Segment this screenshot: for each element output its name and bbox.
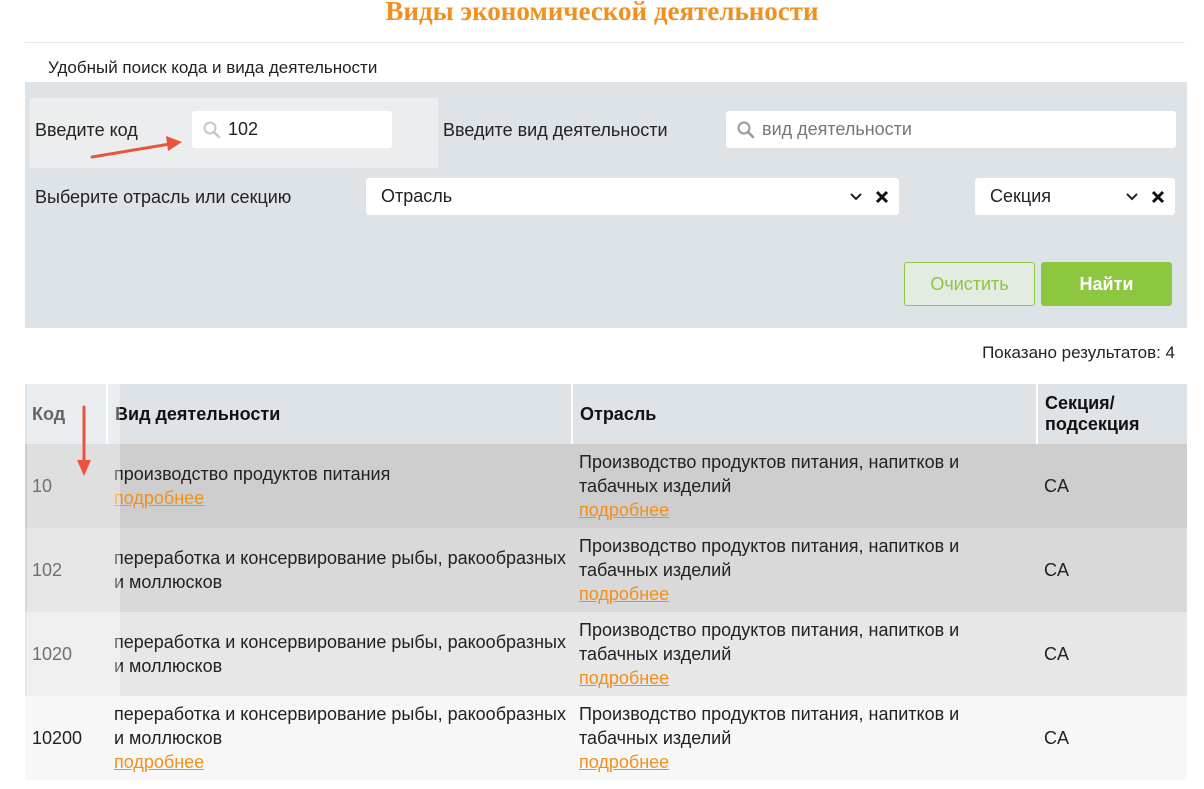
- table-row[interactable]: 1020 переработка и консервирование рыбы,…: [25, 612, 1187, 696]
- title-divider: [25, 42, 1185, 43]
- activity-more-link[interactable]: подробнее: [114, 750, 572, 774]
- row-industry-cell: Производство продуктов питания, напитков…: [572, 612, 1037, 696]
- clear-button[interactable]: Очистить: [904, 262, 1035, 306]
- row-industry-cell: Производство продуктов питания, напитков…: [572, 528, 1037, 612]
- row-activity: переработка и консервирование рыбы, рако…: [114, 632, 566, 676]
- row-section: CA: [1037, 612, 1187, 696]
- row-activity-cell: переработка и консервирование рыбы, рако…: [107, 696, 572, 780]
- column-header-activity: Вид деятельности: [107, 384, 573, 444]
- section-select[interactable]: Секция: [975, 178, 1175, 215]
- industry-more-link[interactable]: подробнее: [579, 498, 1037, 522]
- column-header-section: Секция/подсекция: [1037, 384, 1187, 444]
- row-activity: переработка и консервирование рыбы, рако…: [114, 704, 566, 748]
- column-header-code: Код: [25, 384, 108, 444]
- row-industry: Производство продуктов питания, напитков…: [579, 452, 960, 496]
- code-input[interactable]: [228, 119, 392, 140]
- activity-more-link[interactable]: подробнее: [114, 486, 572, 510]
- row-activity: производство продуктов питания: [114, 464, 391, 484]
- results-table: Код Вид деятельности Отрасль Секция/подс…: [25, 384, 1187, 780]
- row-industry: Производство продуктов питания, напитков…: [579, 620, 960, 664]
- industry-select[interactable]: Отрасль: [366, 178, 899, 215]
- row-code: 10: [25, 444, 107, 528]
- industry-more-link[interactable]: подробнее: [579, 582, 1037, 606]
- row-industry-cell: Производство продуктов питания, напитков…: [572, 696, 1037, 780]
- find-button[interactable]: Найти: [1041, 262, 1172, 306]
- chevron-down-icon[interactable]: [849, 192, 863, 202]
- code-label: Введите код: [35, 120, 138, 140]
- row-section: CA: [1037, 444, 1187, 528]
- activity-input-box[interactable]: [726, 111, 1176, 148]
- section-select-value: Секция: [990, 186, 1051, 206]
- page-title: Виды экономической деятельности: [385, 0, 819, 26]
- industry-more-link[interactable]: подробнее: [579, 750, 1037, 774]
- code-input-box[interactable]: [192, 111, 392, 148]
- column-header-industry: Отрасль: [572, 384, 1038, 444]
- chevron-down-icon[interactable]: [1125, 192, 1139, 202]
- results-count: Показано результатов: 4: [982, 343, 1175, 362]
- row-section: CA: [1037, 528, 1187, 612]
- activity-label: Введите вид деятельности: [443, 120, 668, 140]
- search-icon: [203, 121, 221, 138]
- row-activity-cell: переработка и консервирование рыбы, рако…: [107, 612, 572, 696]
- row-activity: переработка и консервирование рыбы, рако…: [114, 548, 566, 592]
- activity-input[interactable]: [762, 119, 1176, 140]
- row-industry: Производство продуктов питания, напитков…: [579, 536, 960, 580]
- row-code: 102: [25, 528, 107, 612]
- row-code: 1020: [25, 612, 107, 696]
- row-activity-cell: переработка и консервирование рыбы, рако…: [107, 528, 572, 612]
- table-row[interactable]: 10 производство продуктов питания подроб…: [25, 444, 1187, 528]
- close-icon[interactable]: [1151, 190, 1165, 204]
- industry-select-value: Отрасль: [381, 186, 453, 206]
- row-industry: Производство продуктов питания, напитков…: [579, 704, 960, 748]
- industry-section-label: Выберите отрасль или секцию: [35, 187, 292, 207]
- table-row[interactable]: 10200 переработка и консервирование рыбы…: [25, 696, 1187, 780]
- row-industry-cell: Производство продуктов питания, напитков…: [572, 444, 1037, 528]
- row-code: 10200: [25, 696, 107, 780]
- close-icon[interactable]: [875, 190, 889, 204]
- table-header-row: Код Вид деятельности Отрасль Секция/подс…: [25, 384, 1187, 444]
- page-subtitle: Удобный поиск кода и вида деятельности: [48, 58, 378, 77]
- search-icon: [737, 121, 755, 138]
- table-row[interactable]: 102 переработка и консервирование рыбы, …: [25, 528, 1187, 612]
- row-activity-cell: производство продуктов питания подробнее: [107, 444, 572, 528]
- industry-more-link[interactable]: подробнее: [579, 666, 1037, 690]
- row-section: CA: [1037, 696, 1187, 780]
- search-filter-panel: Введите код Введите вид деятельности Выб…: [25, 82, 1187, 328]
